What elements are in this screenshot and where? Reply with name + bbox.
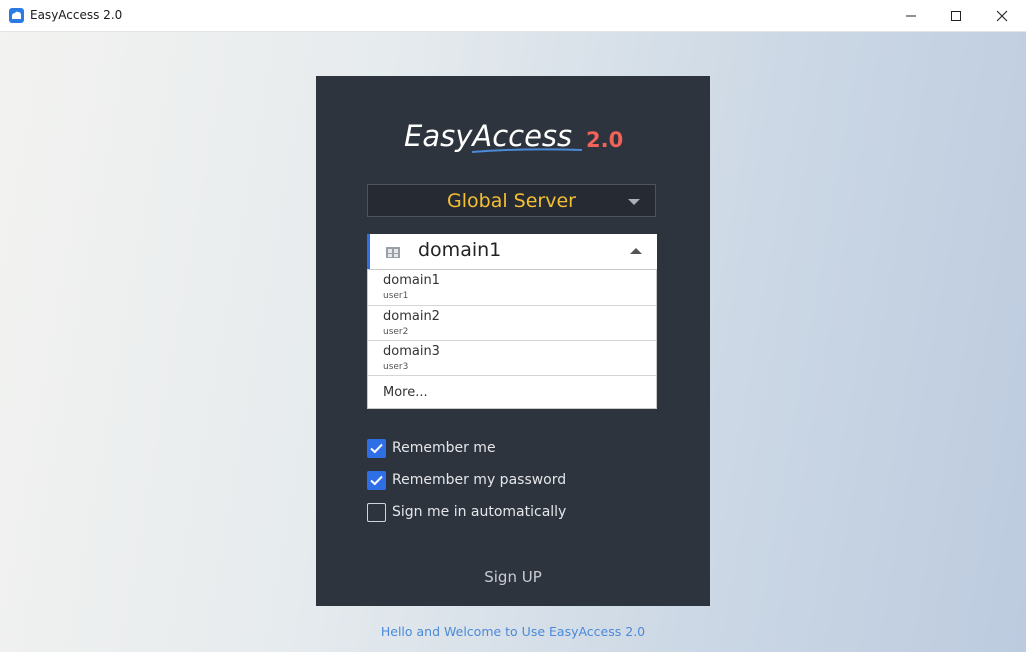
close-button[interactable]	[979, 0, 1025, 31]
svg-text:EasyAccess: EasyAccess	[404, 119, 572, 153]
domain-option-user: user3	[383, 362, 409, 372]
domain-dropdown-list: domain1 user1 domain2 user2 domain3 user…	[367, 269, 657, 409]
domain-option[interactable]: domain1 user1	[368, 270, 656, 305]
welcome-text: Hello and Welcome to Use EasyAccess 2.0	[380, 624, 646, 639]
domain-option-user: user1	[383, 291, 409, 301]
remember-password-row[interactable]: Remember my password	[367, 471, 607, 491]
domain-select[interactable]: domain1	[367, 234, 657, 269]
login-panel: EasyAccess 2.0 Global Server domain1 dom…	[316, 76, 710, 606]
svg-text:2.0: 2.0	[586, 128, 623, 152]
domain-option-name: domain2	[383, 309, 440, 324]
more-domains-label: More...	[383, 385, 428, 400]
auto-sign-in-checkbox[interactable]	[367, 503, 386, 522]
chevron-down-icon	[628, 199, 640, 205]
domain-option[interactable]: domain3 user3	[368, 340, 656, 375]
more-domains-option[interactable]: More...	[368, 375, 656, 410]
easyaccess-logo: EasyAccess 2.0	[404, 119, 623, 153]
window-title: EasyAccess 2.0	[30, 8, 123, 22]
domain-select-value: domain1	[418, 239, 502, 261]
sign-up-button[interactable]: Sign UP	[316, 568, 710, 586]
remember-me-label: Remember me	[392, 440, 496, 456]
minimize-button[interactable]	[888, 0, 934, 31]
domain-option[interactable]: domain2 user2	[368, 305, 656, 340]
server-select-value: Global Server	[447, 190, 576, 212]
domain-option-name: domain3	[383, 344, 440, 359]
domain-icon	[386, 244, 401, 263]
remember-me-row[interactable]: Remember me	[367, 439, 567, 459]
domain-option-name: domain1	[383, 273, 440, 288]
remember-password-label: Remember my password	[392, 472, 567, 488]
domain-option-user: user2	[383, 327, 409, 337]
maximize-button[interactable]	[933, 0, 979, 31]
app-icon	[9, 8, 24, 23]
chevron-up-icon	[630, 248, 642, 254]
remember-password-checkbox[interactable]	[367, 471, 386, 490]
title-bar: EasyAccess 2.0	[0, 0, 1026, 32]
server-select[interactable]: Global Server	[367, 184, 656, 217]
auto-sign-in-label: Sign me in automatically	[392, 504, 567, 520]
remember-me-checkbox[interactable]	[367, 439, 386, 458]
auto-sign-in-row[interactable]: Sign me in automatically	[367, 503, 607, 523]
